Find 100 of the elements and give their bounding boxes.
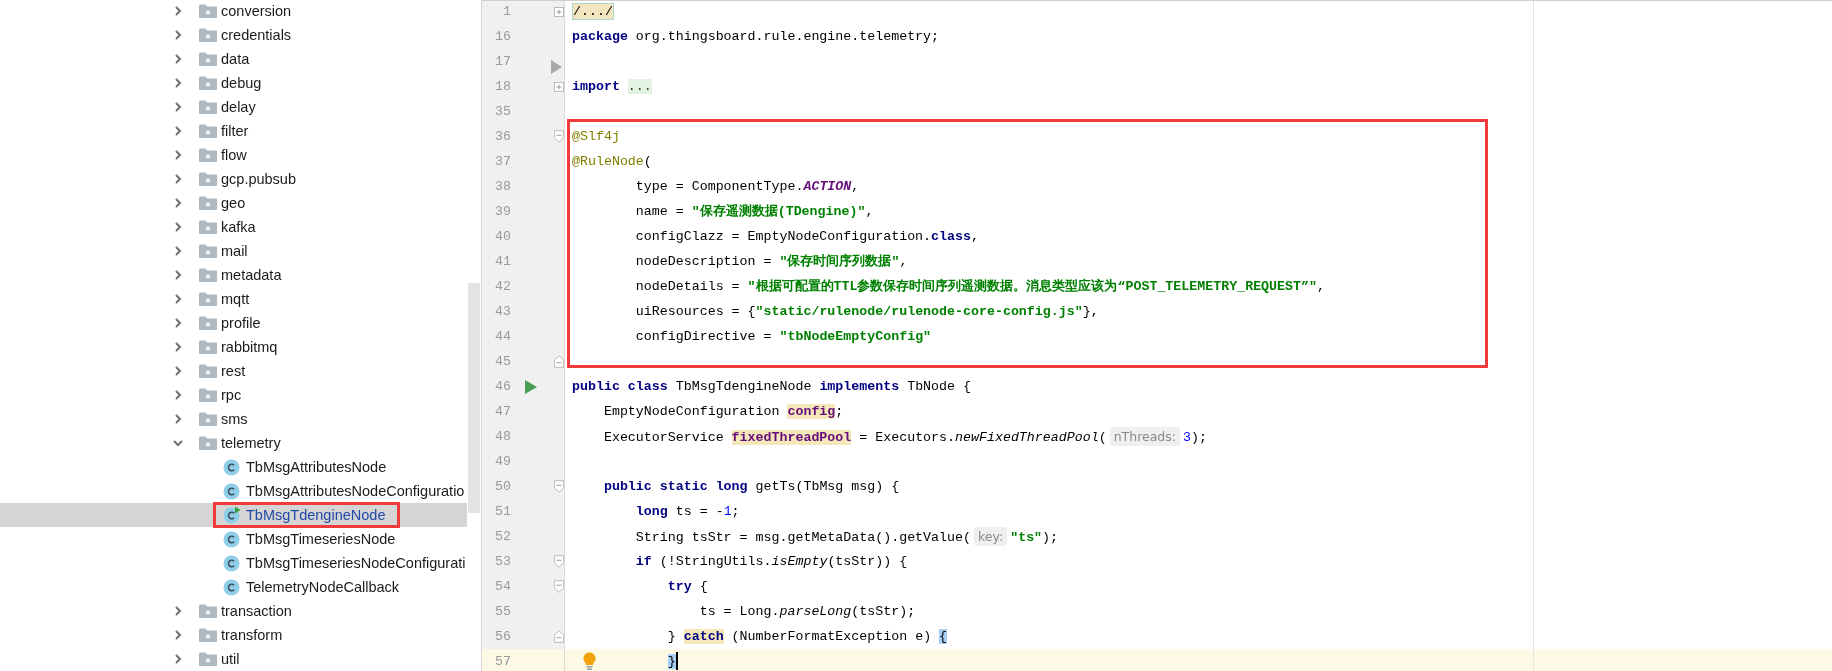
chevron-icon[interactable] — [172, 389, 184, 401]
chevron-icon[interactable] — [172, 269, 184, 281]
code-line: nodeDetails = "根据可配置的TTL参数保存时间序列遥测数据。消息类型应该为“POST_TELEMETRY_REQUEST”", — [635, 279, 1325, 294]
tree-item[interactable]: TbMsgTimeseriesNodeConfigurati — [0, 551, 467, 575]
code-line: @RuleNode( — [572, 154, 652, 169]
line-number: 42 — [494, 279, 511, 294]
chevron-icon[interactable] — [172, 221, 184, 233]
code-line: configDirective = "tbNodeEmptyConfig" — [635, 329, 932, 344]
line-number: 46 — [494, 379, 511, 394]
line-number: 35 — [494, 104, 511, 119]
chevron-icon[interactable] — [172, 317, 184, 329]
tree-item[interactable]: rpc — [0, 383, 467, 407]
folder-icon — [199, 172, 217, 186]
folder-icon — [199, 412, 217, 426]
folder-icon — [199, 244, 217, 258]
line-number: 36 — [494, 129, 511, 144]
tree-item[interactable]: TbMsgAttributesNodeConfiguratio — [0, 479, 467, 503]
line-number: 49 — [494, 454, 511, 469]
chevron-icon[interactable] — [172, 341, 184, 353]
tree-item[interactable]: debug — [0, 71, 467, 95]
chevron-icon[interactable] — [172, 605, 184, 617]
tree-item[interactable]: transform — [0, 623, 467, 647]
tree-item[interactable]: flow — [0, 143, 467, 167]
line-number: 57 — [494, 654, 511, 669]
lightbulb-icon[interactable] — [583, 652, 596, 671]
folder-icon — [199, 28, 217, 42]
chevron-icon[interactable] — [172, 293, 184, 305]
code-line: type = ComponentType.ACTION, — [635, 179, 860, 194]
line-number: 38 — [494, 179, 511, 194]
tree-item[interactable]: delay — [0, 95, 467, 119]
tree-item[interactable]: sms — [0, 407, 467, 431]
line-number: 1 — [502, 4, 511, 19]
chevron-icon[interactable] — [172, 629, 184, 641]
chevron-icon[interactable] — [172, 197, 184, 209]
chevron-icon[interactable] — [172, 53, 184, 65]
tree-item[interactable]: rest — [0, 359, 467, 383]
folder-icon — [199, 52, 217, 66]
code-line: configClazz = EmptyNodeConfiguration.class, — [635, 229, 979, 244]
code-line: ts = Long.parseLong(tsStr); — [699, 604, 916, 619]
chevron-icon[interactable] — [172, 437, 184, 449]
folder-icon — [199, 292, 217, 306]
tree-item[interactable]: filter — [0, 119, 467, 143]
tree-item[interactable]: metadata — [0, 263, 467, 287]
run-icon[interactable] — [525, 379, 537, 394]
chevron-icon[interactable] — [172, 173, 184, 185]
scrollbar[interactable] — [468, 283, 480, 513]
line-number: 50 — [494, 479, 511, 494]
tree-item[interactable]: mail — [0, 239, 467, 263]
folder-icon — [199, 76, 217, 90]
tree-item[interactable]: gcp.pubsub — [0, 167, 467, 191]
chevron-icon[interactable] — [172, 5, 184, 17]
tree-item[interactable]: TelemetryNodeCallback — [0, 575, 467, 599]
tree-item[interactable]: kafka — [0, 215, 467, 239]
tree-item[interactable]: profile — [0, 311, 467, 335]
tree-item[interactable]: mqtt — [0, 287, 467, 311]
code-line: import ... — [572, 79, 652, 94]
tree-item[interactable]: TbMsgTdengineNode — [0, 503, 467, 527]
tree-item[interactable]: conversion — [0, 0, 467, 23]
tree-item[interactable]: rabbitmq — [0, 335, 467, 359]
folder-icon — [199, 148, 217, 162]
code-line: long ts = -1; — [635, 504, 740, 519]
tree-item[interactable]: credentials — [0, 23, 467, 47]
folder-icon — [199, 436, 217, 450]
folder-icon — [199, 340, 217, 354]
code-line: } catch (NumberFormatException e) { — [667, 629, 948, 644]
tree-item[interactable]: transaction — [0, 599, 467, 623]
code-line: nodeDescription = "保存时间序列数据", — [635, 254, 908, 269]
line-number: 54 — [494, 579, 511, 594]
chevron-icon[interactable] — [172, 77, 184, 89]
chevron-icon[interactable] — [172, 653, 184, 665]
line-number: 48 — [494, 429, 511, 444]
chevron-icon[interactable] — [172, 245, 184, 257]
line-number: 45 — [494, 354, 511, 369]
tree-item[interactable]: geo — [0, 191, 467, 215]
line-number: 56 — [494, 629, 511, 644]
chevron-icon[interactable] — [172, 149, 184, 161]
tree-item[interactable]: util — [0, 647, 467, 671]
folder-icon — [199, 268, 217, 282]
tree-item[interactable]: TbMsgAttributesNode — [0, 455, 467, 479]
chevron-icon[interactable] — [172, 413, 184, 425]
line-number: 16 — [494, 29, 511, 44]
line-number: 17 — [494, 54, 511, 69]
line-number: 39 — [494, 204, 511, 219]
chevron-icon[interactable] — [172, 29, 184, 41]
folder-icon — [199, 4, 217, 18]
line-number: 51 — [494, 504, 511, 519]
folder-icon — [199, 316, 217, 330]
folder-icon — [199, 628, 217, 642]
chevron-icon[interactable] — [172, 365, 184, 377]
tree-item[interactable]: telemetry — [0, 431, 467, 455]
line-number: 52 — [494, 529, 511, 544]
code-line: public class TbMsgTdengineNode implements TbNode { — [572, 379, 971, 394]
line-number: 18 — [494, 79, 511, 94]
chevron-icon[interactable] — [172, 125, 184, 137]
chevron-icon[interactable] — [172, 101, 184, 113]
folder-icon — [199, 604, 217, 618]
folder-icon — [199, 100, 217, 114]
tree-item[interactable]: data — [0, 47, 467, 71]
tree-item[interactable]: TbMsgTimeseriesNode — [0, 527, 467, 551]
line-number: 41 — [494, 254, 511, 269]
